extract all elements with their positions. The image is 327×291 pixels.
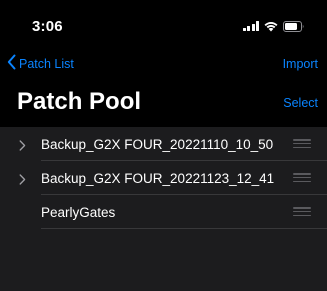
row-divider	[41, 228, 327, 229]
wifi-icon	[264, 21, 278, 32]
reorder-handle-icon[interactable]	[293, 173, 311, 182]
navigation-bar: Patch List Import	[0, 52, 327, 76]
reorder-handle-icon[interactable]	[293, 139, 311, 148]
list-item[interactable]: Backup_G2X FOUR_20221110_10_50	[0, 127, 327, 161]
select-button[interactable]: Select	[283, 96, 318, 110]
back-button-label: Patch List	[19, 56, 74, 71]
list-item-label: Backup_G2X FOUR_20221110_10_50	[41, 137, 274, 152]
list-item[interactable]: PearlyGates	[0, 195, 327, 229]
chevron-right-icon[interactable]	[19, 172, 26, 190]
cellular-signal-icon	[242, 21, 259, 31]
import-button[interactable]: Import	[283, 57, 318, 71]
page-title: Patch Pool	[17, 88, 142, 115]
phone-screen: 3:06 Patch List Import Patch Pool Select…	[0, 0, 327, 291]
status-time: 3:06	[32, 18, 63, 35]
chevron-right-icon[interactable]	[19, 138, 26, 156]
list-item-label: PearlyGates	[41, 205, 116, 220]
reorder-handle-icon[interactable]	[293, 207, 311, 216]
battery-icon	[283, 20, 305, 32]
patch-list: Backup_G2X FOUR_20221110_10_50 Backup_G2…	[0, 127, 327, 291]
list-item-label: Backup_G2X FOUR_20221123_12_41	[41, 171, 275, 186]
status-icons	[242, 20, 306, 32]
title-row: Patch Pool Select	[0, 88, 327, 120]
list-item[interactable]: Backup_G2X FOUR_20221123_12_41	[0, 161, 327, 195]
chevron-left-icon	[7, 54, 16, 73]
back-button[interactable]: Patch List	[7, 54, 74, 73]
status-bar: 3:06	[0, 0, 327, 44]
